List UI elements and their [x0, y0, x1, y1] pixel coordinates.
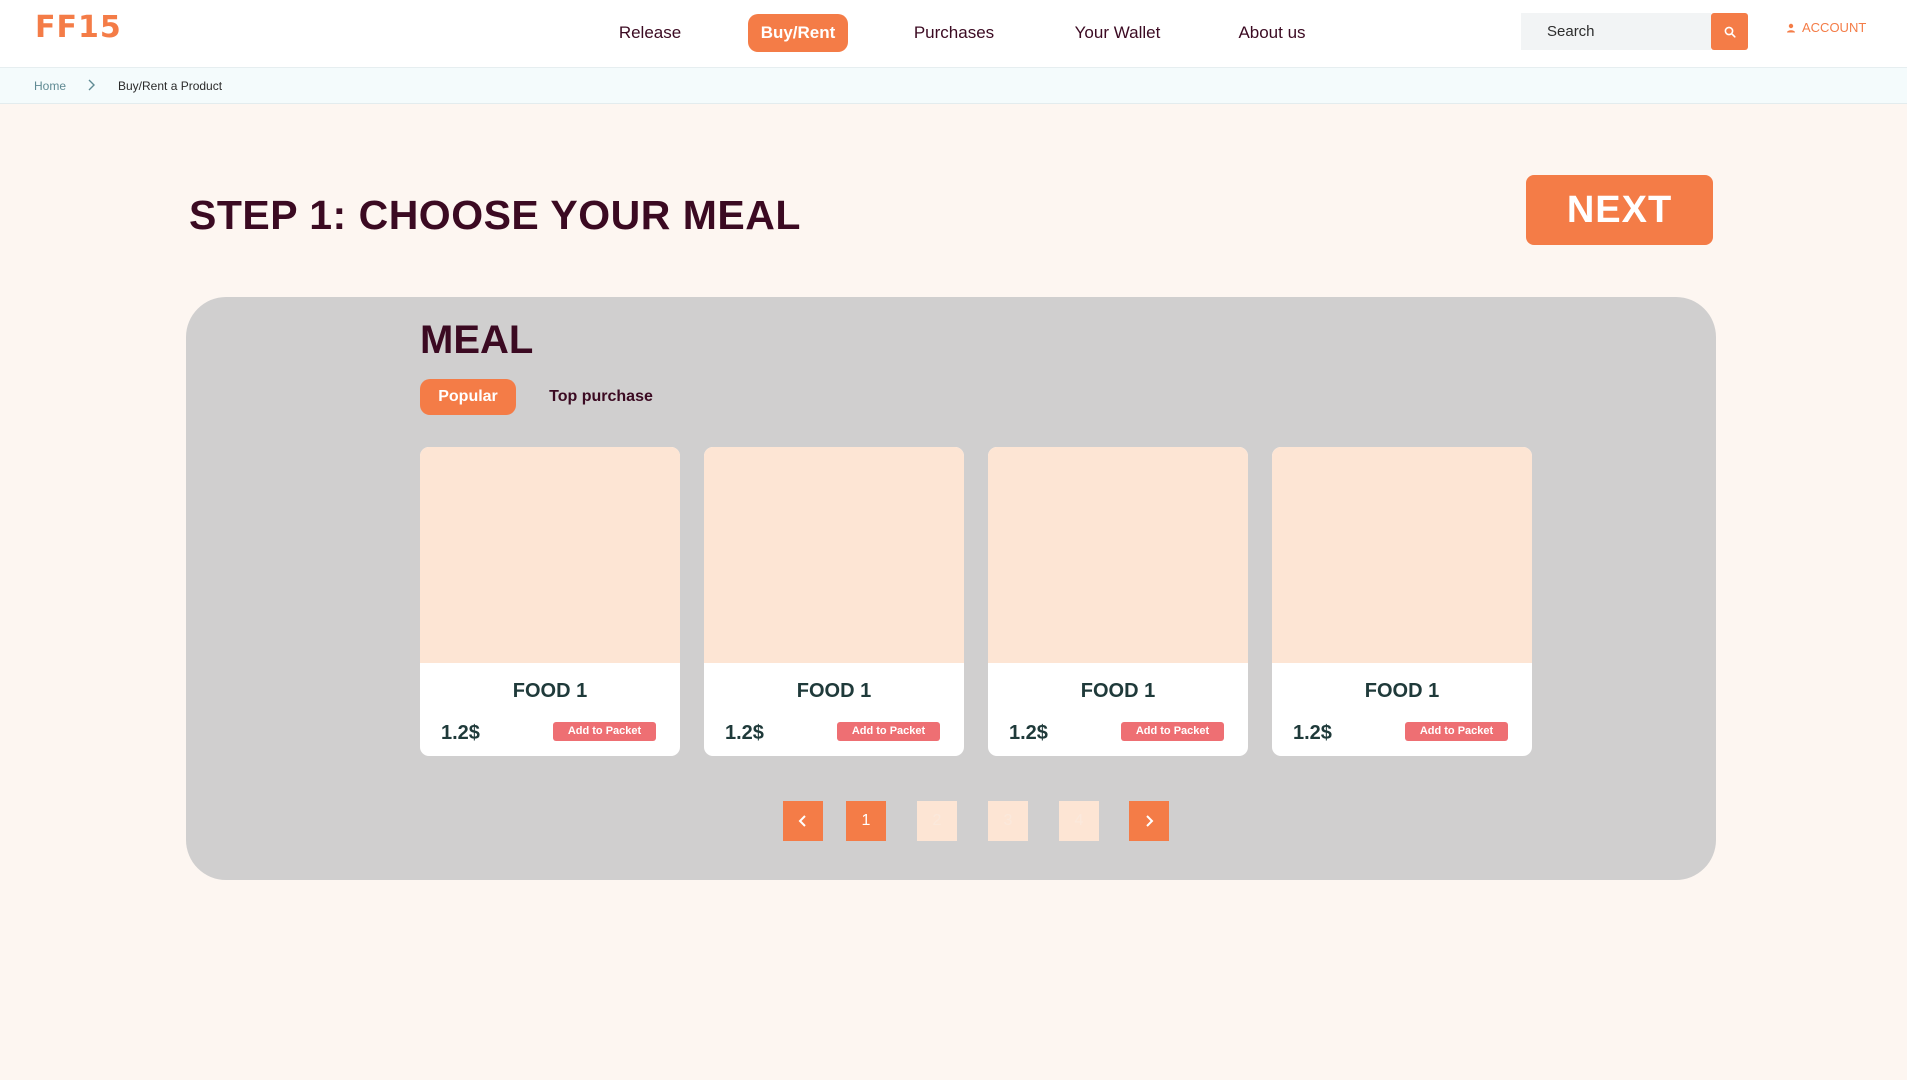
- account-link[interactable]: ACCOUNT: [1786, 20, 1866, 35]
- chevron-right-icon: [86, 78, 96, 97]
- pagination-page-3[interactable]: 3: [988, 801, 1028, 841]
- add-to-packet-button[interactable]: Add to Packet: [1405, 722, 1508, 741]
- product-name: FOOD 1: [1080, 680, 1156, 702]
- search-button[interactable]: [1711, 13, 1748, 50]
- product-card[interactable]: FOOD 1 1.2$ Add to Packet: [704, 447, 964, 756]
- product-name: FOOD 1: [796, 680, 872, 702]
- product-card[interactable]: FOOD 1 1.2$ Add to Packet: [1272, 447, 1532, 756]
- account-label: ACCOUNT: [1802, 20, 1867, 35]
- top-navbar: FF15 Release Buy/Rent Purchases Your Wal…: [0, 0, 1907, 68]
- tab-popular[interactable]: Popular: [420, 379, 516, 415]
- breadcrumb: Home Buy/Rent a Product: [0, 68, 1907, 104]
- add-to-packet-button[interactable]: Add to Packet: [553, 722, 656, 741]
- brand-logo[interactable]: FF15: [35, 10, 122, 45]
- nav-about-us[interactable]: About us: [1222, 14, 1322, 52]
- search-icon: [1724, 26, 1736, 38]
- product-name: FOOD 1: [1364, 680, 1440, 702]
- product-price: 1.2$: [1009, 722, 1048, 744]
- product-image: [988, 447, 1248, 663]
- product-name: FOOD 1: [512, 680, 588, 702]
- product-card[interactable]: FOOD 1 1.2$ Add to Packet: [420, 447, 680, 756]
- product-card[interactable]: FOOD 1 1.2$ Add to Packet: [988, 447, 1248, 756]
- breadcrumb-home[interactable]: Home: [34, 79, 66, 93]
- next-button[interactable]: NEXT: [1526, 175, 1713, 245]
- nav-buy-rent[interactable]: Buy/Rent: [748, 14, 848, 52]
- add-to-packet-button[interactable]: Add to Packet: [1121, 722, 1224, 741]
- tab-top-purchase[interactable]: Top purchase: [540, 379, 662, 415]
- breadcrumb-current: Buy/Rent a Product: [118, 79, 223, 93]
- pagination-page-4[interactable]: 4: [1059, 801, 1099, 841]
- product-image: [704, 447, 964, 663]
- meal-section-title: MEAL: [420, 318, 534, 362]
- product-price: 1.2$: [1293, 722, 1332, 744]
- nav-your-wallet[interactable]: Your Wallet: [1060, 14, 1175, 52]
- pagination-page-2[interactable]: 2: [917, 801, 957, 841]
- product-image: [1272, 447, 1532, 663]
- user-icon: [1787, 23, 1795, 32]
- pagination-page-1[interactable]: 1: [846, 801, 886, 841]
- search-input[interactable]: [1521, 13, 1711, 50]
- pagination-prev-button[interactable]: [783, 801, 823, 841]
- nav-purchases[interactable]: Purchases: [899, 14, 1009, 52]
- chevron-right-icon: [1146, 815, 1154, 827]
- page-title: STEP 1: CHOOSE YOUR MEAL: [189, 192, 801, 238]
- product-price: 1.2$: [725, 722, 764, 744]
- nav-release[interactable]: Release: [600, 14, 700, 52]
- chevron-left-icon: [798, 815, 806, 827]
- add-to-packet-button[interactable]: Add to Packet: [837, 722, 940, 741]
- pagination-next-button[interactable]: [1129, 801, 1169, 841]
- product-image: [420, 447, 680, 663]
- product-price: 1.2$: [441, 722, 480, 744]
